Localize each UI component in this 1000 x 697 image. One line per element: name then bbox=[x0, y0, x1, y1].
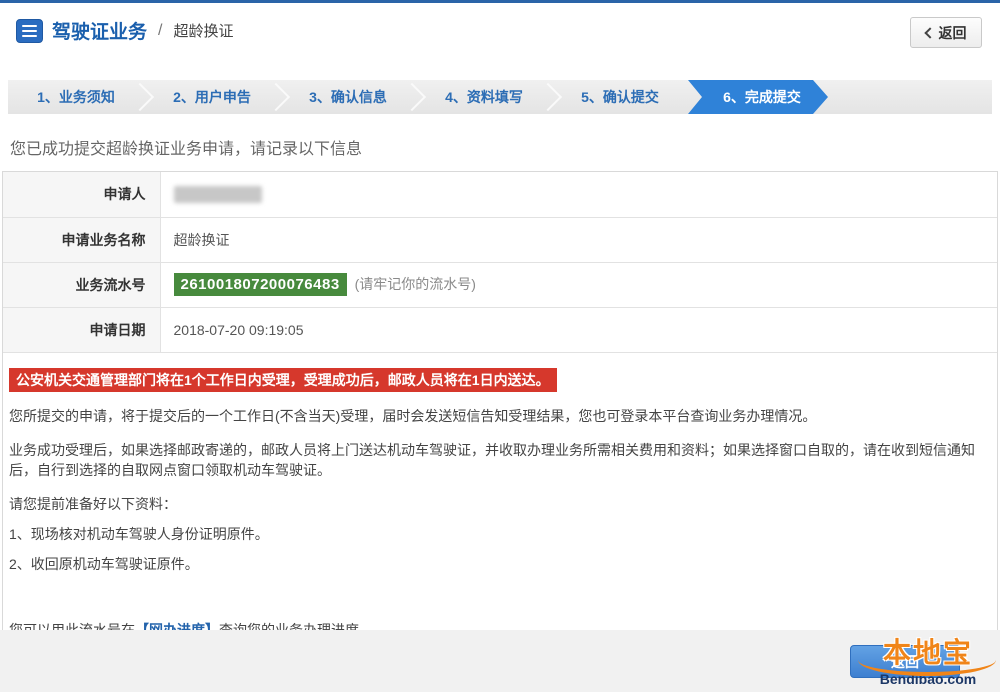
row-label: 申请业务名称 bbox=[3, 217, 160, 262]
wizard-step-4: 4、资料填写 bbox=[416, 80, 552, 114]
breadcrumb: 驾驶证业务 / 超龄换证 bbox=[16, 17, 984, 44]
notice-paragraph: 业务成功受理后，如果选择邮政寄递的，邮政人员将上门送达机动车驾驶证，并收取办理业… bbox=[9, 440, 987, 480]
wizard-step-3-label: 3、确认信息 bbox=[309, 87, 387, 107]
wizard-step-3: 3、确认信息 bbox=[280, 80, 416, 114]
table-row-serial-number: 业务流水号 261001807200076483 (请牢记你的流水号) bbox=[3, 262, 997, 307]
breadcrumb-current: 超龄换证 bbox=[173, 20, 233, 41]
back-button[interactable]: 返回 bbox=[910, 17, 982, 48]
apply-date-value: 2018-07-20 09:19:05 bbox=[160, 307, 997, 352]
serial-number-note: (请牢记你的流水号) bbox=[355, 276, 476, 292]
bendibao-watermark: 本地宝 Bendibao.com bbox=[858, 638, 998, 687]
business-name-value: 超龄换证 bbox=[160, 217, 997, 262]
serial-number-badge: 261001807200076483 bbox=[174, 273, 347, 296]
table-row-apply-date: 申请日期 2018-07-20 09:19:05 bbox=[3, 307, 997, 352]
wizard-step-1-label: 1、业务须知 bbox=[37, 87, 115, 107]
wizard-step-5: 5、确认提交 bbox=[552, 80, 688, 114]
processing-alert-banner: 公安机关交通管理部门将在1个工作日内受理，受理成功后，邮政人员将在1日内送达。 bbox=[9, 368, 557, 392]
page: 驾驶证业务 / 超龄换证 返回 1、业务须知 2、用户申告 3、确认信息 4、资… bbox=[0, 0, 1000, 697]
notice-paragraph: 请您提前准备好以下资料： bbox=[9, 494, 987, 514]
footer-bar: 返回 本地宝 Bendibao.com bbox=[0, 630, 1000, 692]
table-row-applicant: 申请人 bbox=[3, 172, 997, 217]
wizard-step-1: 1、业务须知 bbox=[8, 80, 144, 114]
success-message: 您已成功提交超龄换证业务申请，请记录以下信息 bbox=[10, 135, 990, 159]
breadcrumb-separator: / bbox=[158, 22, 162, 40]
applicant-value-redacted bbox=[160, 172, 997, 217]
page-title: 驾驶证业务 bbox=[52, 17, 147, 44]
result-panel: 申请人 申请业务名称 超龄换证 业务流水号 261001807200076483… bbox=[2, 171, 998, 687]
watermark-logo-text: 本地宝 bbox=[858, 638, 998, 668]
wizard-step-2-label: 2、用户申告 bbox=[173, 87, 251, 107]
wizard-step-5-label: 5、确认提交 bbox=[581, 87, 659, 107]
license-services-list-icon bbox=[16, 19, 43, 43]
wizard-step-4-label: 4、资料填写 bbox=[445, 87, 523, 107]
page-header: 驾驶证业务 / 超龄换证 返回 bbox=[0, 3, 1000, 63]
wizard-step-6-active: 6、完成提交 bbox=[688, 80, 828, 114]
wizard-step-2: 2、用户申告 bbox=[144, 80, 280, 114]
back-button-label: 返回 bbox=[939, 23, 967, 43]
row-label: 申请人 bbox=[3, 172, 160, 217]
notice-list-item: 1、现场核对机动车驾驶人身份证明原件。 bbox=[9, 524, 987, 544]
chevron-left-icon bbox=[924, 27, 935, 38]
application-info-table: 申请人 申请业务名称 超龄换证 业务流水号 261001807200076483… bbox=[3, 172, 997, 353]
notice-list-item: 2、收回原机动车驾驶证原件。 bbox=[9, 554, 987, 574]
table-row-business-name: 申请业务名称 超龄换证 bbox=[3, 217, 997, 262]
redacted-name bbox=[174, 186, 262, 203]
step-wizard: 1、业务须知 2、用户申告 3、确认信息 4、资料填写 5、确认提交 6、完成提… bbox=[8, 80, 992, 114]
notice-paragraph: 您所提交的申请，将于提交后的一个工作日(不含当天)受理，届时会发送短信告知受理结… bbox=[9, 406, 987, 426]
serial-number-cell: 261001807200076483 (请牢记你的流水号) bbox=[160, 262, 997, 307]
row-label: 业务流水号 bbox=[3, 262, 160, 307]
row-label: 申请日期 bbox=[3, 307, 160, 352]
wizard-step-6-label: 6、完成提交 bbox=[723, 87, 801, 107]
